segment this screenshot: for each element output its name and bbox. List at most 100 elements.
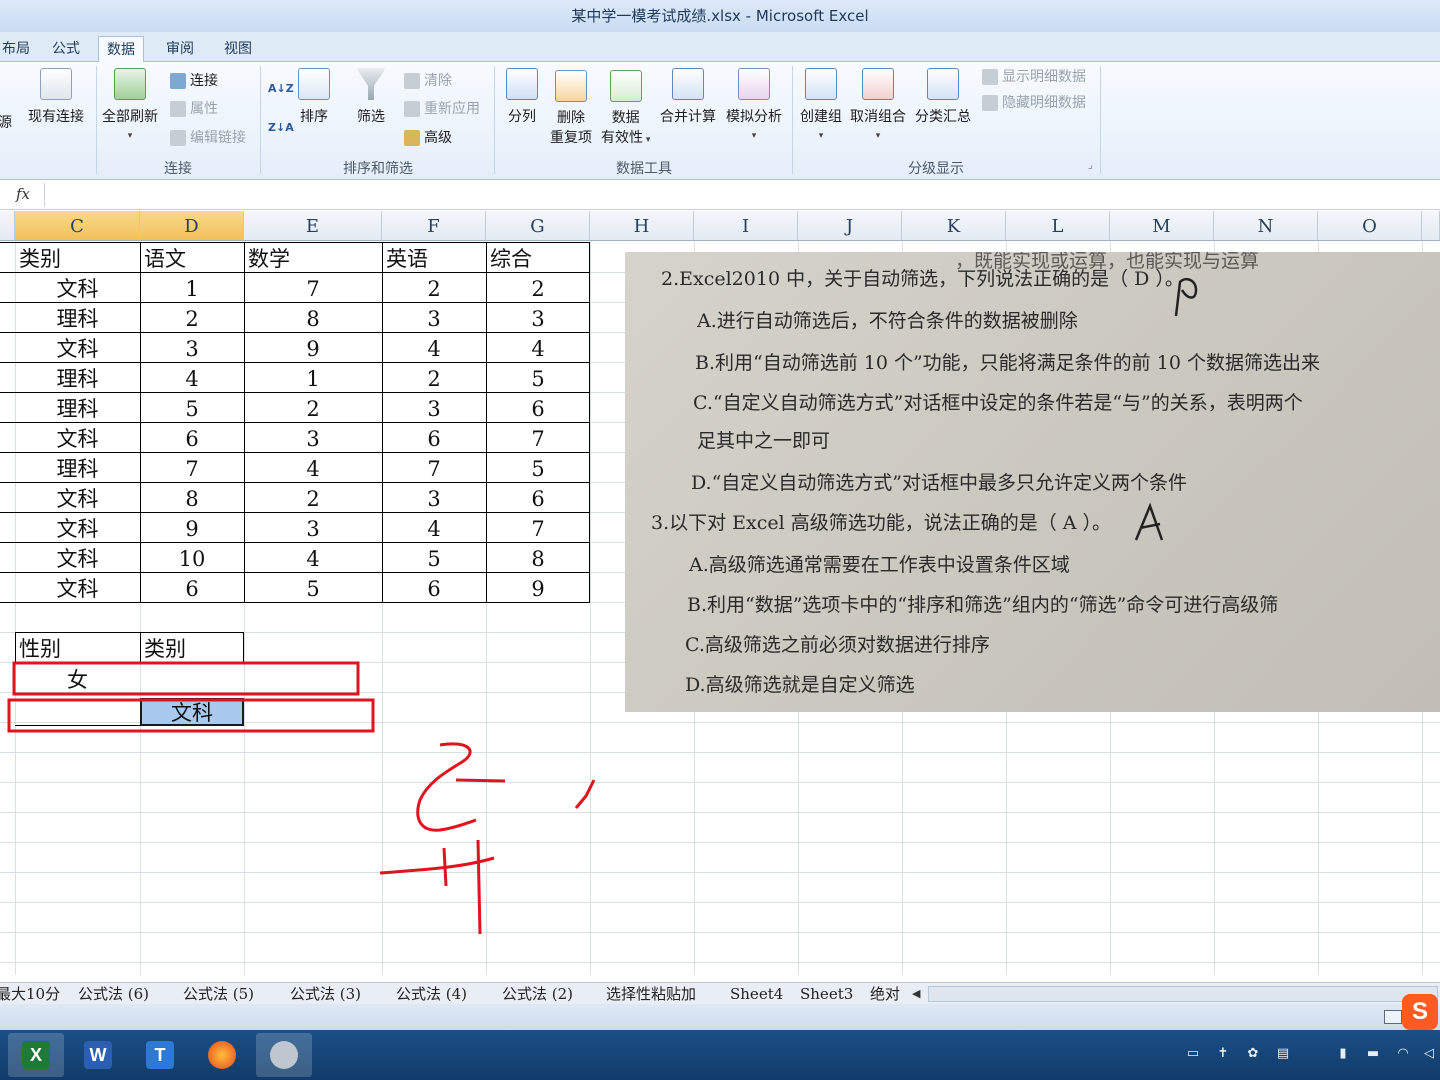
data-validation-button[interactable]: 数据 有效性 ▾: [601, 70, 650, 150]
sheet-tab-formula5[interactable]: 公式法 (5): [183, 983, 254, 1005]
taskbar-excel[interactable]: X: [8, 1033, 64, 1077]
cell-chinese[interactable]: 8: [140, 483, 244, 513]
column-header-i[interactable]: I: [694, 211, 798, 241]
tray-icon-4[interactable]: ▤: [1274, 1046, 1292, 1064]
header-cell-category[interactable]: 类别: [15, 243, 140, 273]
refresh-all-button[interactable]: 全部刷新 ▾: [102, 68, 158, 142]
column-header-o[interactable]: O: [1318, 211, 1422, 241]
sheet-tab-formula6[interactable]: 公式法 (6): [78, 983, 149, 1005]
cell-category[interactable]: 文科: [15, 333, 140, 363]
cell-english[interactable]: 7: [382, 453, 486, 483]
column-header-c[interactable]: C: [15, 211, 140, 241]
cell-category[interactable]: 理科: [15, 363, 140, 393]
cell-comprehensive[interactable]: 6: [486, 393, 590, 423]
column-header-k[interactable]: K: [902, 211, 1006, 241]
column-header-m[interactable]: M: [1110, 211, 1214, 241]
group-button[interactable]: 创建组 ▾: [800, 68, 842, 142]
cell-math[interactable]: 8: [244, 303, 382, 333]
cell-english[interactable]: 4: [382, 333, 486, 363]
cell-math[interactable]: 2: [244, 483, 382, 513]
header-cell-math[interactable]: 数学: [244, 243, 382, 273]
cell-comprehensive[interactable]: 8: [486, 543, 590, 573]
what-if-analysis-button[interactable]: 模拟分析 ▾: [726, 68, 782, 142]
cell-math[interactable]: 2: [244, 393, 382, 423]
tray-icon-2[interactable]: ✝: [1214, 1046, 1232, 1064]
header-cell-english[interactable]: 英语: [382, 243, 486, 273]
column-header-b[interactable]: [0, 211, 15, 241]
clear-filter-button[interactable]: 清除: [404, 70, 452, 92]
cell-category[interactable]: 文科: [15, 543, 140, 573]
normal-view-icon[interactable]: [1384, 1010, 1402, 1024]
cell-english[interactable]: 2: [382, 273, 486, 303]
criteria-cell-gender-2[interactable]: [15, 696, 140, 726]
sort-ascending-button[interactable]: A↓Z: [268, 78, 294, 100]
cell-chinese[interactable]: 10: [140, 543, 244, 573]
criteria-cell-gender[interactable]: 女: [15, 664, 140, 694]
sheet-tab-paste-special[interactable]: 选择性粘贴加: [606, 983, 696, 1005]
taskbar-app-5[interactable]: [256, 1033, 312, 1077]
cell-chinese[interactable]: 7: [140, 453, 244, 483]
cell-chinese[interactable]: 2: [140, 303, 244, 333]
cell-math[interactable]: 9: [244, 333, 382, 363]
column-header-d[interactable]: D: [140, 211, 244, 241]
cell-comprehensive[interactable]: 7: [486, 423, 590, 453]
sheet-tab-formula3[interactable]: 公式法 (3): [290, 983, 361, 1005]
properties-button[interactable]: 属性: [170, 98, 218, 120]
tray-icon-3[interactable]: ✿: [1244, 1046, 1262, 1064]
column-header-e[interactable]: E: [244, 211, 382, 241]
cell-comprehensive[interactable]: 7: [486, 513, 590, 543]
reapply-button[interactable]: 重新应用: [404, 98, 480, 120]
cell-category[interactable]: 理科: [15, 303, 140, 333]
header-cell-chinese[interactable]: 语文: [140, 243, 244, 273]
cell-math[interactable]: 1: [244, 363, 382, 393]
subtotal-button[interactable]: 分类汇总: [915, 68, 971, 126]
cell-english[interactable]: 6: [382, 573, 486, 603]
filter-button[interactable]: 筛选: [356, 68, 386, 126]
cell-english[interactable]: 4: [382, 513, 486, 543]
cell-english[interactable]: 3: [382, 393, 486, 423]
existing-connections-button[interactable]: 现有连接: [28, 68, 84, 126]
horizontal-scrollbar[interactable]: [928, 986, 1438, 1002]
tray-icon-1[interactable]: ▭: [1184, 1046, 1202, 1064]
taskbar-app-3[interactable]: T: [132, 1033, 188, 1077]
cell-category[interactable]: 文科: [15, 513, 140, 543]
sheet-tab-formula2[interactable]: 公式法 (2): [502, 983, 573, 1005]
cell-category[interactable]: 理科: [15, 393, 140, 423]
column-header-j[interactable]: J: [798, 211, 902, 241]
connections-button[interactable]: 连接: [170, 70, 218, 92]
column-header-f[interactable]: F: [382, 211, 486, 241]
column-header-l[interactable]: L: [1006, 211, 1110, 241]
cell-category[interactable]: 文科: [15, 483, 140, 513]
cell-english[interactable]: 3: [382, 303, 486, 333]
cell-chinese[interactable]: 6: [140, 573, 244, 603]
consolidate-button[interactable]: 合并计算: [660, 68, 716, 126]
tab-data[interactable]: 数据: [98, 36, 144, 62]
formula-input[interactable]: [44, 183, 1434, 207]
taskbar-word[interactable]: W: [70, 1033, 126, 1077]
sheet-tab-sheet3[interactable]: Sheet3: [800, 983, 853, 1005]
text-to-columns-button[interactable]: 分列: [506, 68, 538, 126]
sogou-ime-icon[interactable]: S: [1402, 994, 1438, 1030]
cell-chinese[interactable]: 4: [140, 363, 244, 393]
criteria-header-category[interactable]: 类别: [140, 633, 244, 663]
volume-icon[interactable]: ◁: [1420, 1046, 1438, 1064]
cell-comprehensive[interactable]: 6: [486, 483, 590, 513]
hide-detail-button[interactable]: 隐藏明细数据: [982, 92, 1086, 114]
cell-english[interactable]: 3: [382, 483, 486, 513]
column-header-h[interactable]: H: [590, 211, 694, 241]
column-header-g[interactable]: G: [486, 211, 590, 241]
cell-category[interactable]: 文科: [15, 273, 140, 303]
advanced-filter-button[interactable]: 高级: [404, 127, 452, 149]
active-cell[interactable]: 文科: [140, 698, 244, 726]
sort-descending-button[interactable]: Z↓A: [268, 117, 294, 139]
cell-comprehensive[interactable]: 2: [486, 273, 590, 303]
cell-math[interactable]: 4: [244, 543, 382, 573]
cell-category[interactable]: 文科: [15, 573, 140, 603]
edit-links-button[interactable]: 编辑链接: [170, 127, 246, 149]
cell-math[interactable]: 3: [244, 423, 382, 453]
column-header-p[interactable]: [1422, 211, 1440, 241]
cell-comprehensive[interactable]: 3: [486, 303, 590, 333]
sheet-tab-sheet4[interactable]: Sheet4: [730, 983, 783, 1005]
ungroup-button[interactable]: 取消组合 ▾: [850, 68, 906, 142]
battery-icon[interactable]: ▬: [1364, 1046, 1382, 1064]
